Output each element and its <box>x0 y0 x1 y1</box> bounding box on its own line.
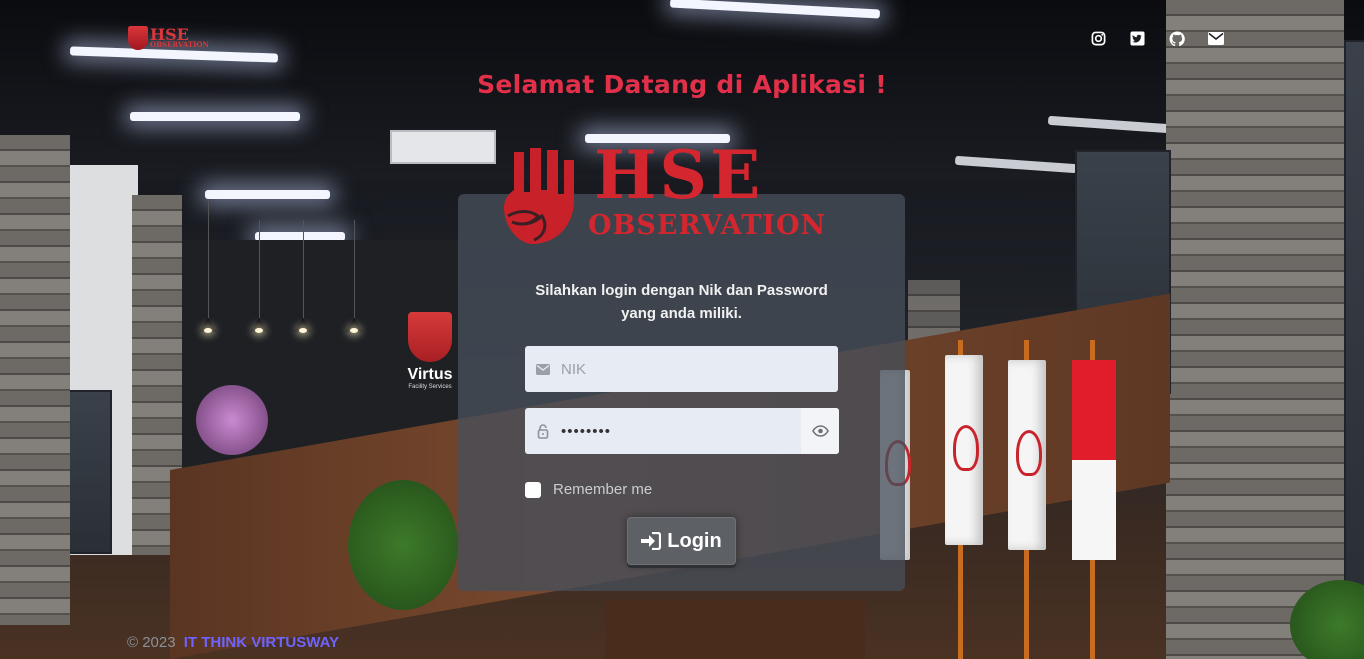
glass-door <box>68 390 112 554</box>
social-links <box>1090 30 1224 47</box>
twitter-icon[interactable] <box>1129 30 1146 47</box>
login-instruction: Silahkan login dengan Nik dan Password y… <box>458 279 905 325</box>
company-flag <box>945 355 983 545</box>
stone-pillar <box>0 135 70 625</box>
logo-line2: OBSERVATION <box>588 210 827 241</box>
pendant-lamp <box>345 318 363 333</box>
password-input[interactable] <box>561 408 801 454</box>
eye-icon[interactable] <box>801 408 839 454</box>
brand-line2: OBSERVATION <box>150 40 209 50</box>
wall-logo-sub: Facility Services <box>408 384 452 390</box>
remember-me[interactable]: Remember me <box>525 481 652 498</box>
pendant-lamp <box>199 318 217 333</box>
footer: © 2023 IT THINK VIRTUSWAY <box>127 634 339 651</box>
pendant-lamp <box>250 318 268 333</box>
virtus-emblem-icon <box>408 312 452 362</box>
envelope-icon[interactable] <box>1207 30 1224 47</box>
company-flag <box>1008 360 1046 550</box>
copyright: © 2023 <box>127 634 176 651</box>
company-link[interactable]: IT THINK VIRTUSWAY <box>184 634 339 651</box>
nik-input[interactable] <box>561 346 838 392</box>
login-label: Login <box>667 529 722 552</box>
pendant-cord <box>354 220 355 318</box>
password-field[interactable] <box>525 408 839 454</box>
instagram-icon[interactable] <box>1090 30 1107 47</box>
instruction-line2: yang anda miliki. <box>621 305 742 322</box>
pendant-lamp <box>294 318 312 333</box>
welcome-title: Selamat Datang di Aplikasi ! <box>477 70 887 99</box>
ceiling-lamp <box>205 190 330 199</box>
lock-icon <box>525 423 561 439</box>
instruction-line1: Silahkan login dengan Nik dan Password <box>535 282 828 299</box>
hse-observation-logo: HSE OBSERVATION <box>500 142 845 246</box>
login-button[interactable]: Login <box>627 517 736 565</box>
logo-line1: HSE <box>594 136 764 214</box>
hand-emblem-icon <box>128 26 148 50</box>
brand-text: HSE OBSERVATION <box>150 26 209 50</box>
pendant-cord <box>303 220 304 318</box>
potted-plant <box>348 480 458 610</box>
air-conditioner <box>390 130 496 164</box>
envelope-icon <box>525 363 561 375</box>
remember-label: Remember me <box>553 481 653 498</box>
flower-vase <box>196 385 268 455</box>
indonesia-flag <box>1072 360 1116 560</box>
wall-logo: Virtus Facility Services <box>400 312 460 390</box>
remember-checkbox[interactable] <box>525 481 541 498</box>
hand-emblem-icon <box>504 148 574 244</box>
brand-logo[interactable]: HSE OBSERVATION <box>128 24 209 52</box>
sculpture-base <box>605 600 865 659</box>
glass-window <box>1344 40 1364 604</box>
sign-in-icon <box>641 532 662 550</box>
wall-logo-word: Virtus <box>407 366 453 383</box>
github-icon[interactable] <box>1168 30 1185 47</box>
nik-field[interactable] <box>525 346 838 392</box>
ceiling-lamp <box>130 112 300 121</box>
pendant-cord <box>259 220 260 318</box>
pendant-cord <box>208 200 209 318</box>
